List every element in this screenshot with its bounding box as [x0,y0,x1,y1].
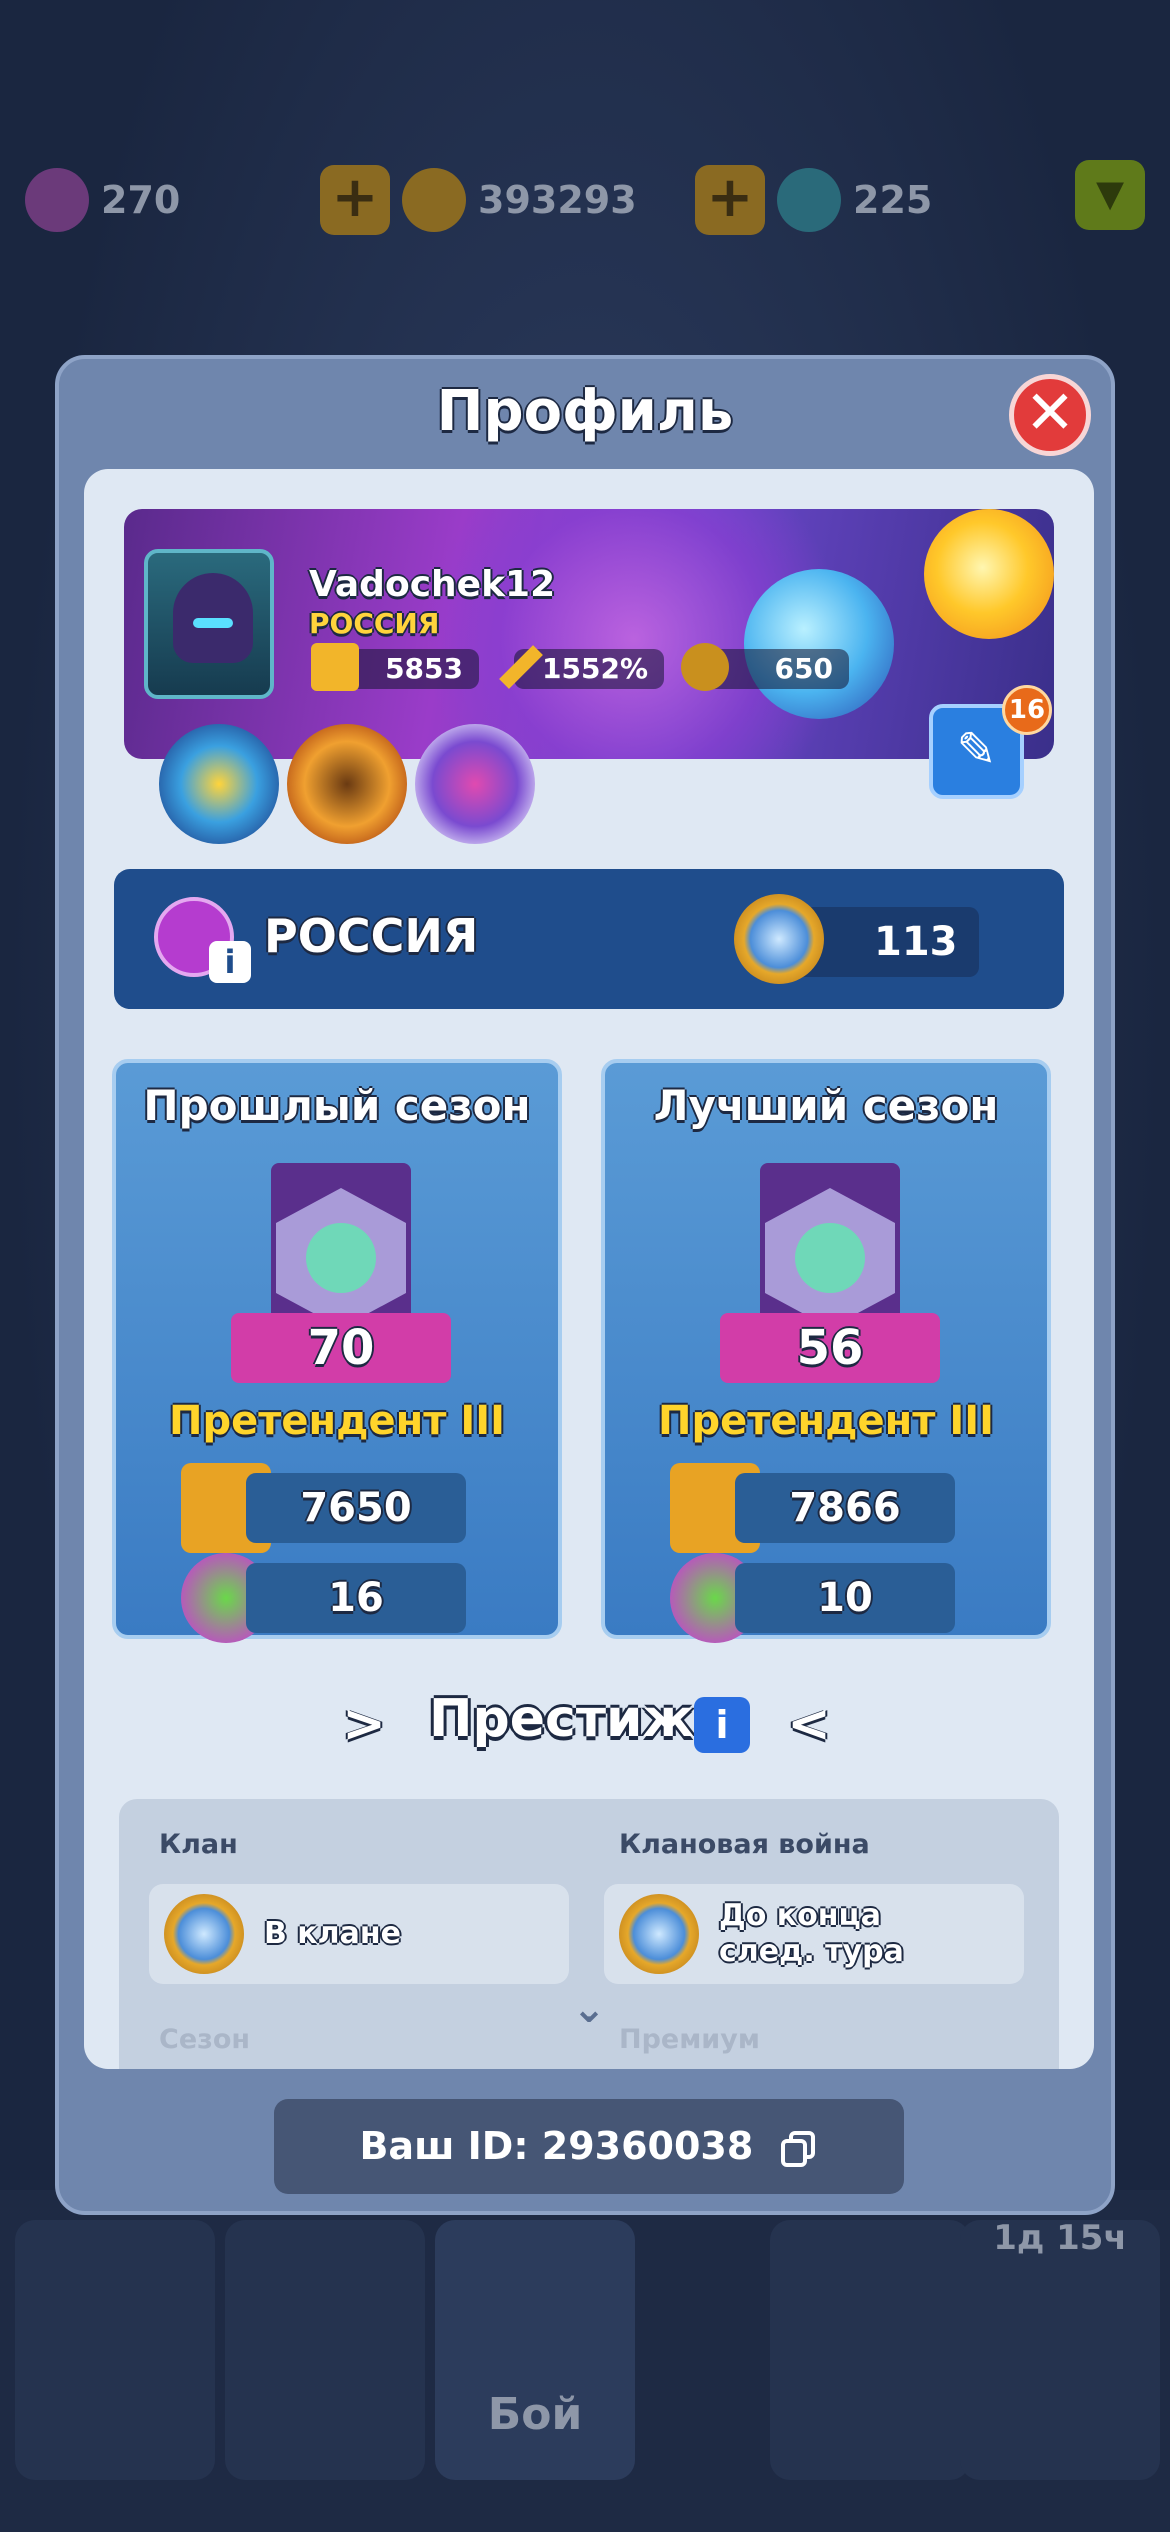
achievement-badges [159,724,535,844]
dropdown-button[interactable]: ▾ [1075,160,1145,230]
nav-battle[interactable]: Бой [435,2220,635,2480]
player-banner: Vadochek12 РОССИЯ 5853 1552% 650 [124,509,1054,759]
trophy-icon [311,643,359,691]
skin-count-badge: 16 [1002,685,1052,735]
nav-events[interactable]: 1д 15ч [960,2218,1160,2480]
country-name: РОССИЯ [264,909,479,963]
player-country: РОССИЯ [309,607,440,640]
profile-modal: Профиль ✕ Vadochek12 РОССИЯ 5853 1552% 6… [55,355,1115,2215]
tower-badge-icon[interactable] [415,724,535,844]
last-season-cards: 16 [246,1563,466,1633]
clan-label: Клан [159,1829,238,1860]
banner-star-orb [924,509,1054,639]
coins-counter: + 393293 [320,160,637,240]
laurel-value: 650 [774,652,833,685]
country-ranking[interactable]: i РОССИЯ 113 [114,869,1064,1009]
medal-icon [734,894,824,984]
clan-war-label: Клановая война [619,1829,870,1860]
clan-badge-icon [164,1894,244,1974]
trophies-pill: 5853 [311,643,479,691]
gem-icon [25,168,89,232]
shield-badge-icon[interactable] [287,724,407,844]
crystals-counter: + 225 [695,160,932,240]
nav-cards[interactable] [225,2220,425,2480]
last-season-card: Прошлый сезон 70 Претендент III 7650 16 [112,1059,562,1643]
best-season-cards: 10 [735,1563,955,1633]
best-season-trophies: 7866 [735,1473,955,1543]
coins-value: 393293 [478,178,637,222]
chevron-right-icon: > [342,1694,386,1754]
chevron-down-icon[interactable]: ⌄ [564,1989,614,2029]
profile-content: Vadochek12 РОССИЯ 5853 1552% 650 ✎ 16 i … [84,469,1094,2069]
clan-war-card[interactable]: До конца след. тура [604,1884,1024,1984]
player-id-bar[interactable]: Ваш ID: 29360038 [274,2099,904,2194]
info-icon[interactable]: i [209,941,251,983]
crit-pill: 1552% [499,645,664,689]
prestige-header: > Престиж i < [84,1679,1094,1769]
resource-bar: 270 + 393293 + 225 ▾ [0,160,1170,250]
player-name: Vadochek12 [309,564,556,605]
gems-value: 270 [101,178,181,222]
player-id-text: Ваш ID: 29360038 [359,2124,754,2168]
chevron-left-icon: < [787,1694,831,1754]
clan-value: В клане [264,1916,401,1951]
emblem-face [306,1223,376,1293]
laurel-icon [681,643,729,691]
crystal-icon [777,168,841,232]
last-season-title: Прошлый сезон [143,1081,531,1130]
info-icon[interactable]: i [694,1697,750,1753]
event-timer: 1д 15ч [993,2218,1127,2258]
last-season-trophies: 7650 [246,1473,466,1543]
best-season-title: Лучший сезон [653,1081,999,1130]
best-season-league: 56 [720,1313,940,1383]
star-badge-icon[interactable] [159,724,279,844]
league-emblem-icon: 70 [231,1163,451,1383]
clan-war-badge-icon [619,1894,699,1974]
crit-value: 1552% [542,652,648,685]
add-coins-button[interactable]: + [320,165,390,235]
add-crystals-button[interactable]: + [695,165,765,235]
modal-title: Профиль [436,379,734,444]
trophies-value: 5853 [385,652,463,685]
close-icon[interactable]: ✕ [1009,374,1091,456]
last-season-league: 70 [231,1313,451,1383]
battle-label: Бой [487,2389,583,2440]
clan-card[interactable]: В клане [149,1884,569,1984]
country-rank-value: 113 [874,919,958,965]
last-season-rank: Претендент III [168,1398,505,1444]
clan-war-value-line1: До конца [719,1898,881,1933]
copy-icon[interactable] [779,2129,819,2169]
best-season-card: Лучший сезон 56 Претендент III 7866 10 [601,1059,1051,1643]
season-label: Сезон [159,2024,251,2055]
profile-details: Клан Клановая война В клане До конца сле… [119,1799,1059,2069]
avatar-eyes [193,618,233,628]
nav-chest[interactable] [15,2220,215,2480]
premium-label: Премиум [619,2024,760,2055]
league-emblem-icon: 56 [720,1163,940,1383]
crystals-value: 225 [853,178,933,222]
clan-war-value-line2: след. тура [719,1934,904,1969]
prestige-title: Престиж [429,1689,695,1749]
avatar[interactable] [144,549,274,699]
emblem-face [795,1223,865,1293]
gems-counter: 270 [25,160,180,240]
clan-war-value: До конца след. тура [719,1884,904,1984]
coin-icon [402,168,466,232]
nav-clan[interactable] [770,2220,970,2480]
bottom-navigation: Бой 1д 15ч [0,2190,1170,2532]
laurel-pill: 650 [681,643,849,691]
banner-orb [744,569,894,719]
best-season-rank: Претендент III [657,1398,994,1444]
